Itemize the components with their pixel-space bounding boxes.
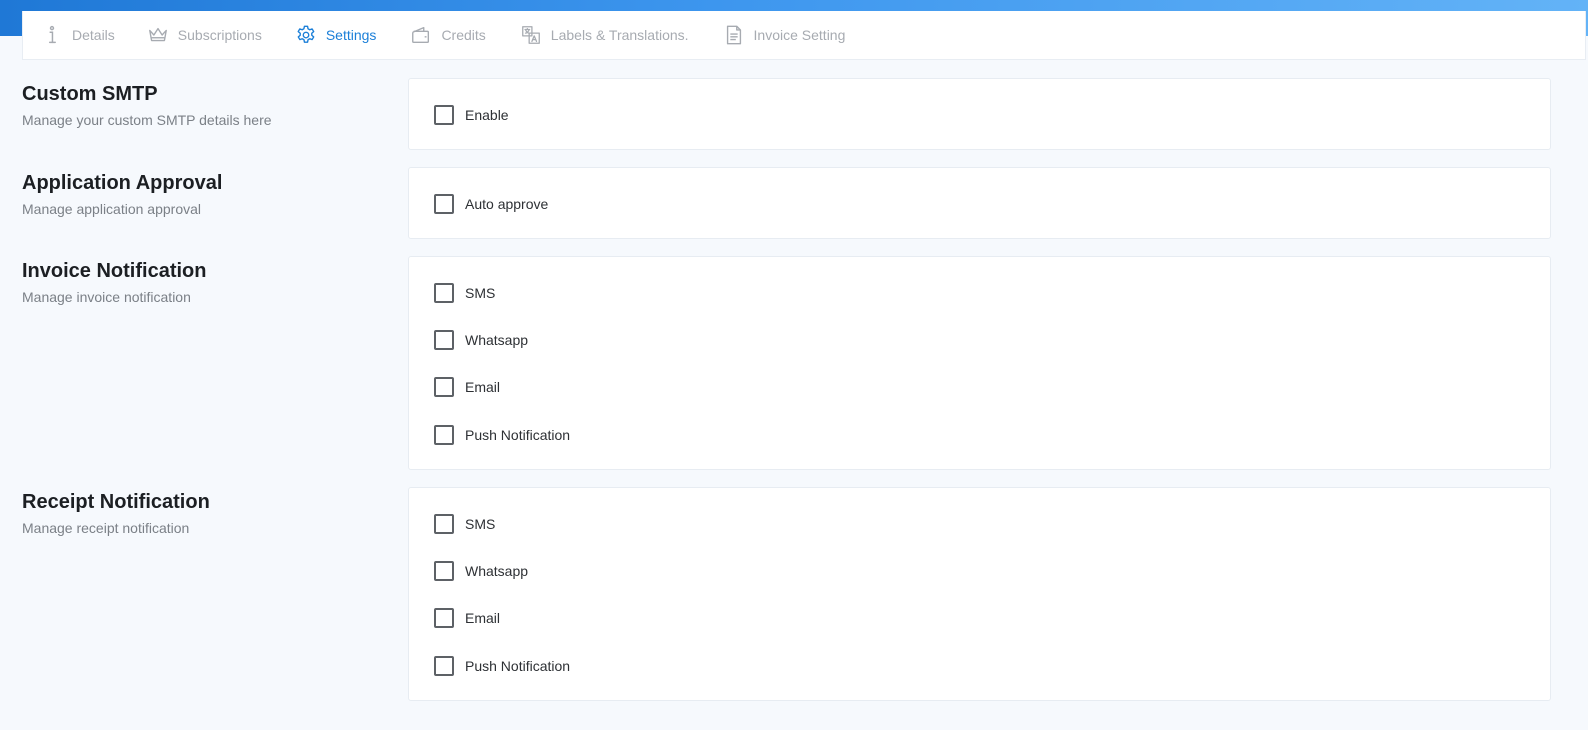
section-title: Application Approval — [22, 172, 223, 194]
tab-label: Details — [72, 27, 115, 43]
section-description: Manage invoice notification — [22, 289, 191, 305]
checkbox-box[interactable] — [434, 561, 454, 581]
tab-label: Invoice Setting — [753, 27, 846, 43]
checkbox-label: SMS — [465, 516, 496, 532]
section-description: Manage application approval — [22, 201, 202, 217]
wallet-icon — [412, 26, 430, 44]
tab-credits[interactable]: Credits — [410, 11, 486, 59]
checkbox-invoice-push[interactable]: Push Notification — [434, 425, 570, 445]
tab-label: Credits — [441, 27, 486, 43]
tab-labels-translations[interactable]: Labels & Translations. — [520, 11, 689, 59]
settings-card: SMS Whatsapp Email Push Notification — [408, 256, 1551, 470]
tab-settings[interactable]: Settings — [295, 11, 377, 59]
tab-invoice-setting[interactable]: Invoice Setting — [723, 11, 846, 59]
crown-icon — [148, 27, 167, 42]
checkbox-receipt-sms[interactable]: SMS — [434, 514, 495, 534]
section-title: Custom SMTP — [22, 83, 158, 105]
checkbox-box[interactable] — [434, 283, 454, 303]
checkbox-receipt-whatsapp[interactable]: Whatsapp — [434, 561, 528, 581]
settings-card: Enable — [408, 78, 1551, 150]
checkbox-receipt-push[interactable]: Push Notification — [434, 656, 570, 676]
checkbox-box[interactable] — [434, 194, 454, 214]
checkbox-label: Push Notification — [465, 658, 571, 674]
checkbox-box[interactable] — [434, 425, 454, 445]
checkbox-receipt-email[interactable]: Email — [434, 608, 500, 628]
document-icon — [726, 25, 741, 45]
section-title: Receipt Notification — [22, 491, 210, 513]
gear-icon — [297, 25, 315, 43]
checkbox-invoice-email[interactable]: Email — [434, 377, 500, 397]
checkbox-box[interactable] — [434, 105, 454, 125]
checkbox-label: Email — [465, 610, 501, 626]
tab-label: Settings — [325, 27, 377, 43]
tab-bar: Details Subscriptions Settings Credits L… — [22, 11, 1586, 60]
checkbox-label: Whatsapp — [465, 563, 529, 579]
checkbox-box[interactable] — [434, 608, 454, 628]
translate-icon — [521, 26, 540, 44]
section-title: Invoice Notification — [22, 260, 207, 282]
tab-subscriptions[interactable]: Subscriptions — [147, 11, 262, 59]
settings-card: SMS Whatsapp Email Push Notification — [408, 487, 1551, 701]
checkbox-box[interactable] — [434, 330, 454, 350]
info-icon — [48, 25, 56, 44]
checkbox-label: Whatsapp — [465, 332, 529, 348]
tab-label: Subscriptions — [177, 27, 262, 43]
settings-card: Auto approve — [408, 167, 1551, 239]
checkbox-label: Push Notification — [465, 427, 571, 443]
checkbox-invoice-sms[interactable]: SMS — [434, 283, 495, 303]
section-description: Manage your custom SMTP details here — [22, 112, 272, 128]
checkbox-enable-smtp[interactable]: Enable — [434, 105, 509, 125]
checkbox-label: Email — [465, 379, 501, 395]
checkbox-box[interactable] — [434, 377, 454, 397]
checkbox-label: SMS — [465, 285, 496, 301]
section-description: Manage receipt notification — [22, 520, 190, 536]
tab-label: Labels & Translations. — [550, 27, 689, 43]
tab-details[interactable]: Details — [41, 11, 115, 59]
checkbox-box[interactable] — [434, 514, 454, 534]
checkbox-box[interactable] — [434, 656, 454, 676]
checkbox-label: Auto approve — [465, 196, 549, 212]
checkbox-invoice-whatsapp[interactable]: Whatsapp — [434, 330, 528, 350]
checkbox-auto-approve[interactable]: Auto approve — [434, 194, 548, 214]
checkbox-label: Enable — [465, 107, 509, 123]
